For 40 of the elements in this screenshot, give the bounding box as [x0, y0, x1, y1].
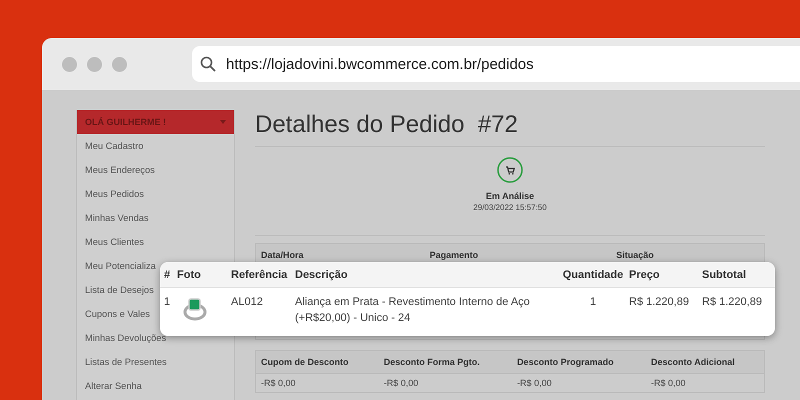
- column-header: #: [160, 262, 177, 288]
- table-cell: R$ 1.220,89: [702, 288, 775, 327]
- window-dot-icon: [87, 56, 102, 72]
- table-cell: -R$ 0,00: [256, 374, 379, 392]
- table-cell: R$ 1.220,89: [629, 288, 702, 327]
- column-header: Descrição: [295, 262, 557, 288]
- table-cell: 1: [160, 288, 177, 327]
- page-title: Detalhes do Pedido #72: [255, 110, 519, 139]
- column-header: Preço: [629, 262, 702, 288]
- column-header: Cupom de Desconto: [256, 350, 379, 374]
- caret-icon: [220, 120, 226, 124]
- sidebar-item[interactable]: Alterar Senha: [77, 374, 234, 398]
- column-header: Quantidade: [557, 262, 629, 288]
- search-icon: [200, 56, 216, 72]
- window-dot-icon: [62, 56, 77, 72]
- table-cell: 1: [557, 288, 629, 327]
- status-label: Em Análise: [486, 191, 534, 201]
- column-header: Subtotal: [702, 262, 775, 288]
- column-header: Desconto Programado: [512, 350, 646, 374]
- sidebar-item[interactable]: Meus Clientes: [77, 230, 234, 254]
- table-cell: -R$ 0,00: [646, 374, 764, 392]
- column-header: Desconto Forma Pgto.: [378, 350, 512, 374]
- sidebar-item[interactable]: Meu Cadastro: [77, 134, 234, 158]
- ring-icon: [182, 296, 208, 322]
- sidebar-item[interactable]: Listas de Presentes: [77, 350, 234, 374]
- address-bar[interactable]: https://lojadovini.bwcommerce.com.br/pedidos: [192, 46, 800, 82]
- sidebar-item[interactable]: Minhas Vendas: [77, 206, 234, 230]
- status-date: 29/03/2022 15:57:50: [473, 203, 547, 212]
- column-header: Referência: [231, 262, 295, 288]
- table-cell: -R$ 0,00: [378, 374, 512, 392]
- url-text: https://lojadovini.bwcommerce.com.br/pedidos: [226, 56, 534, 72]
- column-header: Foto: [177, 262, 231, 288]
- window-dot-icon: [112, 56, 127, 72]
- column-header: Desconto Adicional: [646, 350, 764, 374]
- cart-icon: [497, 157, 523, 183]
- table-cell: -R$ 0,00: [512, 374, 646, 392]
- table-cell: Aliança em Prata - Revestimento Interno de Aço (+R$20,00) - Unico - 24: [295, 288, 557, 327]
- table-cell: AL012: [231, 288, 295, 327]
- sidebar-item[interactable]: Meus Endereços: [77, 158, 234, 182]
- sidebar-item[interactable]: Meus Pedidos: [77, 182, 234, 206]
